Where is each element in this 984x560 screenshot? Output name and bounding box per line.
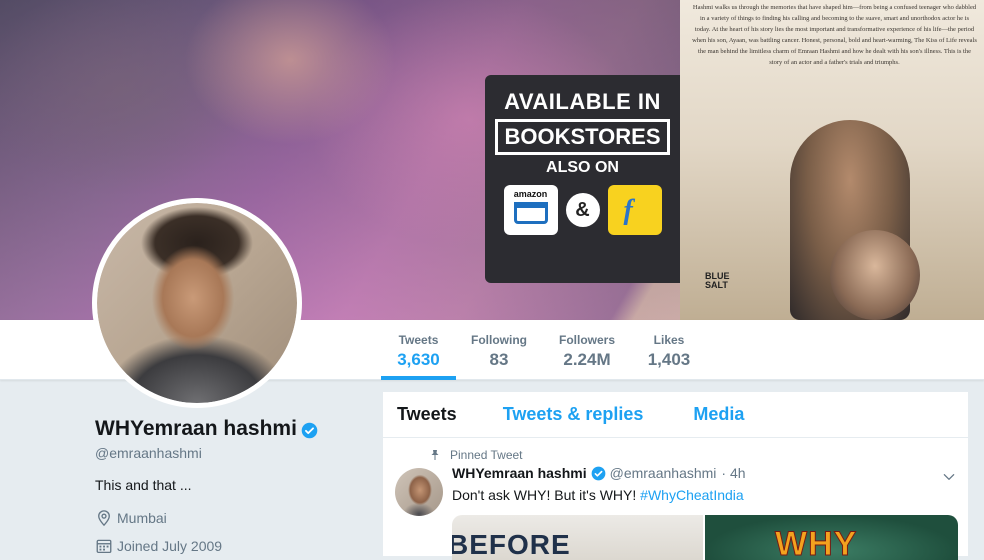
ampersand: & (565, 193, 600, 227)
location-pin-icon (98, 510, 110, 527)
profile-bio: This and that ... (95, 477, 192, 493)
chevron-down-icon[interactable] (942, 470, 956, 484)
stat-value: 83 (489, 350, 509, 369)
store-logos: amazon & f (485, 185, 680, 235)
profile-joined: Joined July 2009 (95, 537, 222, 555)
pinned-label: Pinned Tweet (450, 448, 523, 462)
tweet-text: Don't ask WHY! But it's WHY! #WhyCheatIn… (452, 487, 744, 503)
cart-icon (513, 202, 548, 224)
availability-heading: AVAILABLE IN (504, 89, 661, 114)
tweet-timestamp[interactable]: · 4h (721, 465, 745, 481)
timeline-tabs: Tweets Tweets & replies Media (383, 392, 968, 438)
calendar-icon (96, 539, 112, 554)
stat-likes[interactable]: Likes 1,403 (642, 320, 696, 380)
bookstores-label: BOOKSTORES (495, 119, 670, 155)
pinned-label-row: Pinned Tweet (429, 448, 523, 462)
tweet-hashtag[interactable]: #WhyCheatIndia (640, 487, 744, 503)
tweet-author-name[interactable]: WHYemraan hashmi (452, 465, 587, 481)
stat-label: Likes (653, 333, 685, 347)
profile-avatar[interactable] (92, 198, 302, 408)
stat-value: 3,630 (397, 350, 440, 369)
tab-tweets-and-replies[interactable]: Tweets & replies (503, 404, 644, 425)
tweet-header: WHYemraan hashmi @emraanhashmi · 4h (452, 465, 746, 481)
profile-location: Mumbai (95, 509, 167, 527)
tweet-body: Don't ask WHY! But it's WHY! (452, 487, 637, 503)
location-text: Mumbai (117, 510, 167, 526)
stat-followers[interactable]: Followers 2.24M (553, 320, 621, 380)
stat-label: Tweets (398, 333, 439, 347)
flipkart-logo: f (607, 185, 662, 235)
availability-panel: AVAILABLE IN BOOKSTORES ALSO ON amazon &… (485, 75, 680, 283)
book-cover-child (830, 230, 920, 320)
book-blurb: Hashmi walks us through the memories tha… (692, 4, 977, 66)
tweet-media-image-2[interactable]: WHY (705, 515, 958, 560)
tweet-media[interactable]: BEFORE WHY (452, 515, 958, 560)
stat-value: 1,403 (647, 350, 691, 369)
tweet-avatar[interactable] (395, 468, 443, 516)
tweet-media-image-1[interactable]: BEFORE (452, 515, 705, 560)
publisher-logo: BLUE SALT (705, 271, 730, 290)
joined-text: Joined July 2009 (117, 538, 223, 554)
profile-handle[interactable]: @emraanhashmi (95, 445, 202, 461)
timeline: Tweets Tweets & replies Media Pinned Twe… (382, 391, 969, 560)
profile-name[interactable]: WHYemraan hashmi (95, 417, 297, 441)
also-on-label: ALSO ON (546, 159, 619, 176)
tab-media[interactable]: Media (693, 404, 744, 425)
tweet-author-handle[interactable]: @emraanhashmi (610, 465, 717, 481)
stat-following[interactable]: Following 83 (466, 320, 532, 380)
stat-value: 2.24M (563, 350, 611, 369)
avatar-photo (97, 203, 297, 403)
verified-badge-icon (591, 466, 605, 480)
amazon-logo: amazon (503, 185, 558, 235)
profile-name-row: WHYemraan hashmi (95, 417, 318, 441)
verified-badge-icon (301, 422, 318, 438)
pinned-tweet[interactable]: Pinned Tweet WHYemraan hashmi @emraanhas… (383, 438, 968, 560)
stat-label: Followers (558, 333, 615, 347)
stat-tweets[interactable]: Tweets 3,630 (381, 320, 456, 380)
stat-label: Following (471, 333, 527, 347)
tab-tweets[interactable]: Tweets (397, 404, 457, 425)
pin-icon (431, 450, 439, 460)
